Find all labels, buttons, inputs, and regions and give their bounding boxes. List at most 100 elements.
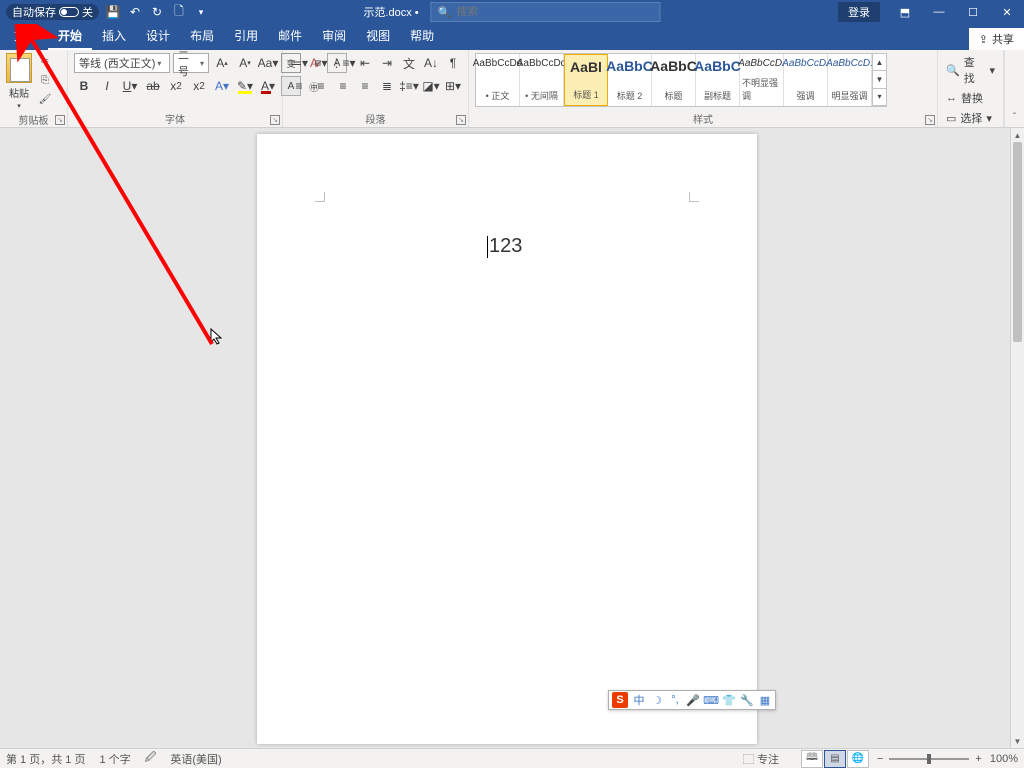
gallery-down-icon[interactable]: ▼ xyxy=(873,71,886,88)
tab-布局[interactable]: 布局 xyxy=(180,23,224,50)
style-不明显强调[interactable]: AaBbCcD.不明显强调 xyxy=(740,54,784,106)
ribbon-options-icon[interactable]: ⬒ xyxy=(888,0,922,24)
ime-mic-icon[interactable]: 🎤 xyxy=(686,693,700,707)
paste-button[interactable]: 粘贴 ▾ xyxy=(6,53,32,110)
style-• 无间隔[interactable]: AaBbCcDd• 无间隔 xyxy=(520,54,564,106)
gallery-more-icon[interactable]: ▾ xyxy=(873,89,886,106)
sort-button[interactable]: A↓ xyxy=(421,53,441,73)
multilevel-button[interactable]: ⋮≡▾ xyxy=(333,53,353,73)
share-button[interactable]: ⇪ 共享 xyxy=(969,28,1024,50)
italic-button[interactable]: I xyxy=(97,76,117,96)
style-强调[interactable]: AaBbCcD.强调 xyxy=(784,54,828,106)
font-name-combo[interactable]: 等线 (西文正文)▾ xyxy=(74,53,170,73)
gallery-up-icon[interactable]: ▲ xyxy=(873,54,886,71)
align-left-button[interactable]: ≡ xyxy=(289,76,309,96)
justify-button[interactable]: ≡ xyxy=(355,76,375,96)
gallery-scroll[interactable]: ▲▼▾ xyxy=(872,54,886,106)
maximize-button[interactable]: ☐ xyxy=(956,0,990,24)
status-wordcount[interactable]: 1 个字 xyxy=(99,751,130,767)
minimize-button[interactable]: — xyxy=(922,0,956,24)
font-launcher[interactable]: ↘ xyxy=(270,115,280,125)
undo-icon[interactable]: ↶ xyxy=(127,4,143,20)
font-color-button[interactable]: A▾ xyxy=(258,76,278,96)
view-read-button[interactable]: 🕮 xyxy=(801,750,823,768)
tab-帮助[interactable]: 帮助 xyxy=(400,23,444,50)
ime-tools-icon[interactable]: 🔧 xyxy=(740,693,754,707)
line-spacing-button[interactable]: ‡≡▾ xyxy=(399,76,419,96)
login-button[interactable]: 登录 xyxy=(838,2,880,22)
tab-文件[interactable]: 文件 xyxy=(4,23,48,50)
styles-gallery[interactable]: AaBbCcDd• 正文AaBbCcDd• 无间隔AaBl标题 1AaBbC标题… xyxy=(475,53,887,107)
bullets-button[interactable]: ≔▾ xyxy=(289,53,309,73)
zoom-level[interactable]: 100% xyxy=(990,753,1018,765)
scroll-down-icon[interactable]: ▼ xyxy=(1011,734,1024,748)
superscript-button[interactable]: x2 xyxy=(189,76,209,96)
zoom-in-button[interactable]: + xyxy=(975,753,981,765)
style-• 正文[interactable]: AaBbCcDd• 正文 xyxy=(476,54,520,106)
tab-开始[interactable]: 开始 xyxy=(48,23,92,50)
strike-button[interactable]: ab xyxy=(143,76,163,96)
status-language[interactable]: 英语(美国) xyxy=(170,751,221,767)
style-副标题[interactable]: AaBbC副标题 xyxy=(696,54,740,106)
new-doc-icon[interactable]: 🗋 xyxy=(171,4,187,20)
text-effects-button[interactable]: A▾ xyxy=(212,76,232,96)
format-painter-button[interactable]: 🖌 xyxy=(36,91,54,107)
decrease-indent-button[interactable]: ⇤ xyxy=(355,53,375,73)
align-right-button[interactable]: ≡ xyxy=(333,76,353,96)
increase-indent-button[interactable]: ⇥ xyxy=(377,53,397,73)
ime-moon-icon[interactable]: ☽ xyxy=(650,693,664,707)
show-marks-button[interactable]: ¶ xyxy=(443,53,463,73)
sogou-logo-icon[interactable]: S xyxy=(612,692,628,708)
page[interactable]: 123 xyxy=(257,134,757,744)
font-size-combo[interactable]: 二号▾ xyxy=(173,53,209,73)
find-button[interactable]: 🔍查找▾ xyxy=(944,53,997,87)
subscript-button[interactable]: x2 xyxy=(166,76,186,96)
highlight-button[interactable]: ✎▾ xyxy=(235,76,255,96)
style-标题 2[interactable]: AaBbC标题 2 xyxy=(608,54,652,106)
style-明显强调[interactable]: AaBbCcD.明显强调 xyxy=(828,54,872,106)
document-content[interactable]: 123 xyxy=(487,234,522,258)
numbering-button[interactable]: ≡▾ xyxy=(311,53,331,73)
tab-视图[interactable]: 视图 xyxy=(356,23,400,50)
close-button[interactable]: ✕ xyxy=(990,0,1024,24)
ime-skin-icon[interactable]: 👕 xyxy=(722,693,736,707)
autosave-toggle[interactable]: 自动保存 关 xyxy=(6,4,99,20)
replace-button[interactable]: ↔替换 xyxy=(944,89,997,107)
redo-icon[interactable]: ↻ xyxy=(149,4,165,20)
text-direction-button[interactable]: 文 xyxy=(399,53,419,73)
style-标题[interactable]: AaBbC标题 xyxy=(652,54,696,106)
style-标题 1[interactable]: AaBl标题 1 xyxy=(564,54,608,106)
ime-punct-icon[interactable]: °, xyxy=(668,693,682,707)
zoom-out-button[interactable]: − xyxy=(877,753,883,765)
qat-more-icon[interactable]: ▾ xyxy=(193,4,209,20)
grow-font-button[interactable]: A▴ xyxy=(212,53,232,73)
view-web-button[interactable]: 🌐 xyxy=(847,750,869,768)
shrink-font-button[interactable]: A▾ xyxy=(235,53,255,73)
ime-toolbar[interactable]: S 中 ☽ °, 🎤 ⌨ 👕 🔧 ▦ xyxy=(608,690,776,710)
shading-button[interactable]: ◪▾ xyxy=(421,76,441,96)
view-print-button[interactable]: ▤ xyxy=(824,750,846,768)
borders-button[interactable]: ⊞▾ xyxy=(443,76,463,96)
status-page[interactable]: 第 1 页，共 1 页 xyxy=(6,751,85,767)
underline-button[interactable]: U▾ xyxy=(120,76,140,96)
align-center-button[interactable]: ≡ xyxy=(311,76,331,96)
distribute-button[interactable]: ≣ xyxy=(377,76,397,96)
copy-button[interactable]: ⎘ xyxy=(36,72,54,88)
status-spellcheck-icon[interactable]: 🖉 xyxy=(145,749,157,768)
tab-设计[interactable]: 设计 xyxy=(136,23,180,50)
tab-插入[interactable]: 插入 xyxy=(92,23,136,50)
cut-button[interactable]: ✂ xyxy=(36,53,54,69)
scroll-thumb[interactable] xyxy=(1013,142,1022,342)
search-input[interactable] xyxy=(456,6,653,18)
tab-审阅[interactable]: 审阅 xyxy=(312,23,356,50)
paragraph-launcher[interactable]: ↘ xyxy=(456,115,466,125)
document-area[interactable]: 123 S 中 ☽ °, 🎤 ⌨ 👕 🔧 ▦ ▲ ▼ xyxy=(0,128,1024,748)
ime-menu-icon[interactable]: ▦ xyxy=(758,693,772,707)
tab-邮件[interactable]: 邮件 xyxy=(268,23,312,50)
status-focus[interactable]: ⬚ 专注 xyxy=(743,751,779,767)
search-box[interactable]: 🔍 xyxy=(431,2,661,22)
ime-lang-icon[interactable]: 中 xyxy=(632,693,646,707)
ime-keyboard-icon[interactable]: ⌨ xyxy=(704,693,718,707)
select-button[interactable]: ▭选择▾ xyxy=(944,109,997,127)
scroll-up-icon[interactable]: ▲ xyxy=(1011,128,1024,142)
